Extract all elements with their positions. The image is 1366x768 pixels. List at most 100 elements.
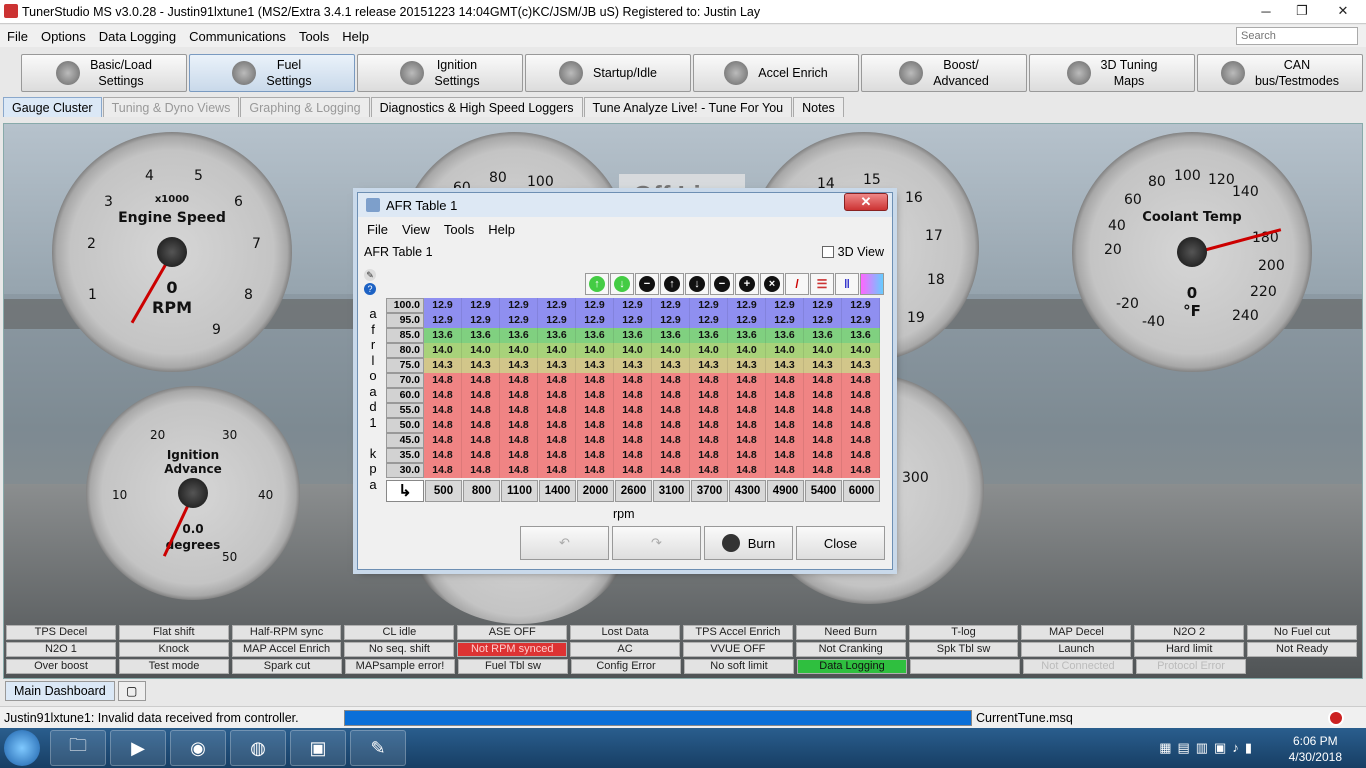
boost-advanced-button[interactable]: Boost/Advanced xyxy=(861,54,1027,92)
afr-cell[interactable]: 14.8 xyxy=(424,418,462,433)
stop-icon[interactable] xyxy=(1328,710,1344,726)
afr-cell[interactable]: 14.8 xyxy=(652,463,690,478)
afr-cell[interactable]: 14.8 xyxy=(424,403,462,418)
afr-cell[interactable]: 14.8 xyxy=(766,388,804,403)
afr-cell[interactable]: 14.8 xyxy=(804,448,842,463)
media-player-icon[interactable]: ▶ xyxy=(110,730,166,766)
afr-cell[interactable]: 14.8 xyxy=(462,463,500,478)
afr-cell[interactable]: 12.9 xyxy=(728,313,766,328)
afr-cell[interactable]: 13.6 xyxy=(576,328,614,343)
afr-cell[interactable]: 14.3 xyxy=(614,358,652,373)
afr-cell[interactable]: 14.3 xyxy=(462,358,500,373)
startup-idle-button[interactable]: Startup/Idle xyxy=(525,54,691,92)
afr-cell[interactable]: 14.8 xyxy=(842,463,880,478)
tunerstudio-icon[interactable]: ▣ xyxy=(290,730,346,766)
afr-cell[interactable]: 14.8 xyxy=(424,388,462,403)
afr-cell[interactable]: 14.8 xyxy=(728,463,766,478)
afr-cell[interactable]: 14.8 xyxy=(614,448,652,463)
afr-cell[interactable]: 13.6 xyxy=(728,328,766,343)
rpm-bin[interactable]: 5400 xyxy=(805,480,842,502)
afr-cell[interactable]: 14.0 xyxy=(766,343,804,358)
afr-cell[interactable]: 14.8 xyxy=(462,373,500,388)
afr-cell[interactable]: 14.8 xyxy=(576,403,614,418)
afr-cell[interactable]: 14.3 xyxy=(500,358,538,373)
afr-cell[interactable]: 14.8 xyxy=(728,418,766,433)
clock[interactable]: 6:06 PM 4/30/2018 xyxy=(1289,733,1342,765)
afr-cell[interactable]: 14.8 xyxy=(804,433,842,448)
afr-cell[interactable]: 13.6 xyxy=(462,328,500,343)
afr-cell[interactable]: 14.3 xyxy=(728,358,766,373)
afr-cell[interactable]: 14.8 xyxy=(538,448,576,463)
file-explorer-icon[interactable]: 🗀 xyxy=(50,730,106,766)
afr-cell[interactable]: 14.8 xyxy=(614,388,652,403)
afr-cell[interactable]: 12.9 xyxy=(576,298,614,313)
3d-view-checkbox[interactable] xyxy=(821,246,834,258)
afr-cell[interactable]: 12.9 xyxy=(842,298,880,313)
afr-cell[interactable]: 13.6 xyxy=(424,328,462,343)
afr-cell[interactable]: 14.0 xyxy=(614,343,652,358)
afr-cell[interactable]: 12.9 xyxy=(614,313,652,328)
close-window-button[interactable]: ✕ xyxy=(1320,0,1366,22)
afr-cell[interactable]: 12.9 xyxy=(766,298,804,313)
tab-tuning-dyno-views[interactable]: Tuning & Dyno Views xyxy=(102,97,240,117)
load-bin[interactable]: 50.0 xyxy=(386,418,424,433)
afr-cell[interactable]: 12.9 xyxy=(500,313,538,328)
afr-cell[interactable]: 14.0 xyxy=(690,343,728,358)
afr-cell[interactable]: 14.8 xyxy=(804,463,842,478)
tab-gauge-cluster[interactable]: Gauge Cluster xyxy=(3,97,102,117)
load-bin[interactable]: 100.0 xyxy=(386,298,424,313)
afr-cell[interactable]: 12.9 xyxy=(424,298,462,313)
load-bin[interactable]: 75.0 xyxy=(386,358,424,373)
arrow-down-icon[interactable]: ↓ xyxy=(685,273,709,295)
basic-load-settings-button[interactable]: Basic/Load Settings xyxy=(21,54,187,92)
afr-cell[interactable]: 14.0 xyxy=(538,343,576,358)
afr-cell[interactable]: 14.8 xyxy=(652,433,690,448)
afr-cell[interactable]: 14.8 xyxy=(576,463,614,478)
smooth-icon[interactable] xyxy=(860,273,884,295)
ignition-advance-gauge[interactable]: Ignition Advance 0.0 degrees 10 20 30 40… xyxy=(86,386,300,600)
afr-cell[interactable]: 14.8 xyxy=(576,448,614,463)
afr-cell[interactable]: 14.8 xyxy=(728,448,766,463)
afr-cell[interactable]: 14.3 xyxy=(804,358,842,373)
afr-cell[interactable]: 14.8 xyxy=(690,373,728,388)
minimize-button[interactable]: ─ xyxy=(1248,0,1284,22)
afr-cell[interactable]: 14.8 xyxy=(842,403,880,418)
afr-cell[interactable]: 14.8 xyxy=(842,418,880,433)
burn-button[interactable]: Burn xyxy=(704,526,793,560)
afr-cell[interactable]: 14.3 xyxy=(652,358,690,373)
afr-cell[interactable]: 14.8 xyxy=(842,433,880,448)
afr-cell[interactable]: 12.9 xyxy=(766,313,804,328)
rpm-bin[interactable]: 6000 xyxy=(843,480,880,502)
afr-cell[interactable]: 14.3 xyxy=(766,358,804,373)
coolant-temp-gauge[interactable]: Coolant Temp 0 °F -40 -20 20 40 60 80 10… xyxy=(1072,132,1312,372)
afr-cell[interactable]: 14.8 xyxy=(728,388,766,403)
rpm-gauge[interactable]: x1000 Engine Speed 0 RPM 1 2 3 4 5 6 7 8… xyxy=(52,132,292,372)
dialog-menu-file[interactable]: File xyxy=(367,222,388,237)
accel-enrich-button[interactable]: Accel Enrich xyxy=(693,54,859,92)
redo-button[interactable]: ↷ xyxy=(612,526,701,560)
afr-cell[interactable]: 14.8 xyxy=(842,388,880,403)
afr-cell[interactable]: 12.9 xyxy=(690,313,728,328)
rpm-bin[interactable]: 3100 xyxy=(653,480,690,502)
afr-cell[interactable]: 14.8 xyxy=(652,373,690,388)
afr-cell[interactable]: 12.9 xyxy=(500,298,538,313)
afr-cell[interactable]: 14.0 xyxy=(804,343,842,358)
afr-cell[interactable]: 14.8 xyxy=(804,418,842,433)
afr-cell[interactable]: 14.8 xyxy=(690,463,728,478)
search-input[interactable] xyxy=(1236,27,1358,45)
afr-cell[interactable]: 14.8 xyxy=(766,403,804,418)
afr-cell[interactable]: 14.8 xyxy=(614,463,652,478)
afr-cell[interactable]: 12.9 xyxy=(804,298,842,313)
afr-cell[interactable]: 14.8 xyxy=(538,418,576,433)
afr-cell[interactable]: 14.8 xyxy=(766,433,804,448)
afr-cell[interactable]: 13.6 xyxy=(614,328,652,343)
tab-tune-analyze-live[interactable]: Tune Analyze Live! - Tune For You xyxy=(583,97,793,117)
arrow-up-icon[interactable]: ↑ xyxy=(660,273,684,295)
afr-cell[interactable]: 12.9 xyxy=(728,298,766,313)
rpm-bin[interactable]: 2000 xyxy=(577,480,614,502)
afr-cell[interactable]: 14.8 xyxy=(538,463,576,478)
afr-cell[interactable]: 14.8 xyxy=(842,373,880,388)
afr-cell[interactable]: 12.9 xyxy=(842,313,880,328)
afr-cell[interactable]: 14.0 xyxy=(462,343,500,358)
afr-cell[interactable]: 14.8 xyxy=(500,388,538,403)
